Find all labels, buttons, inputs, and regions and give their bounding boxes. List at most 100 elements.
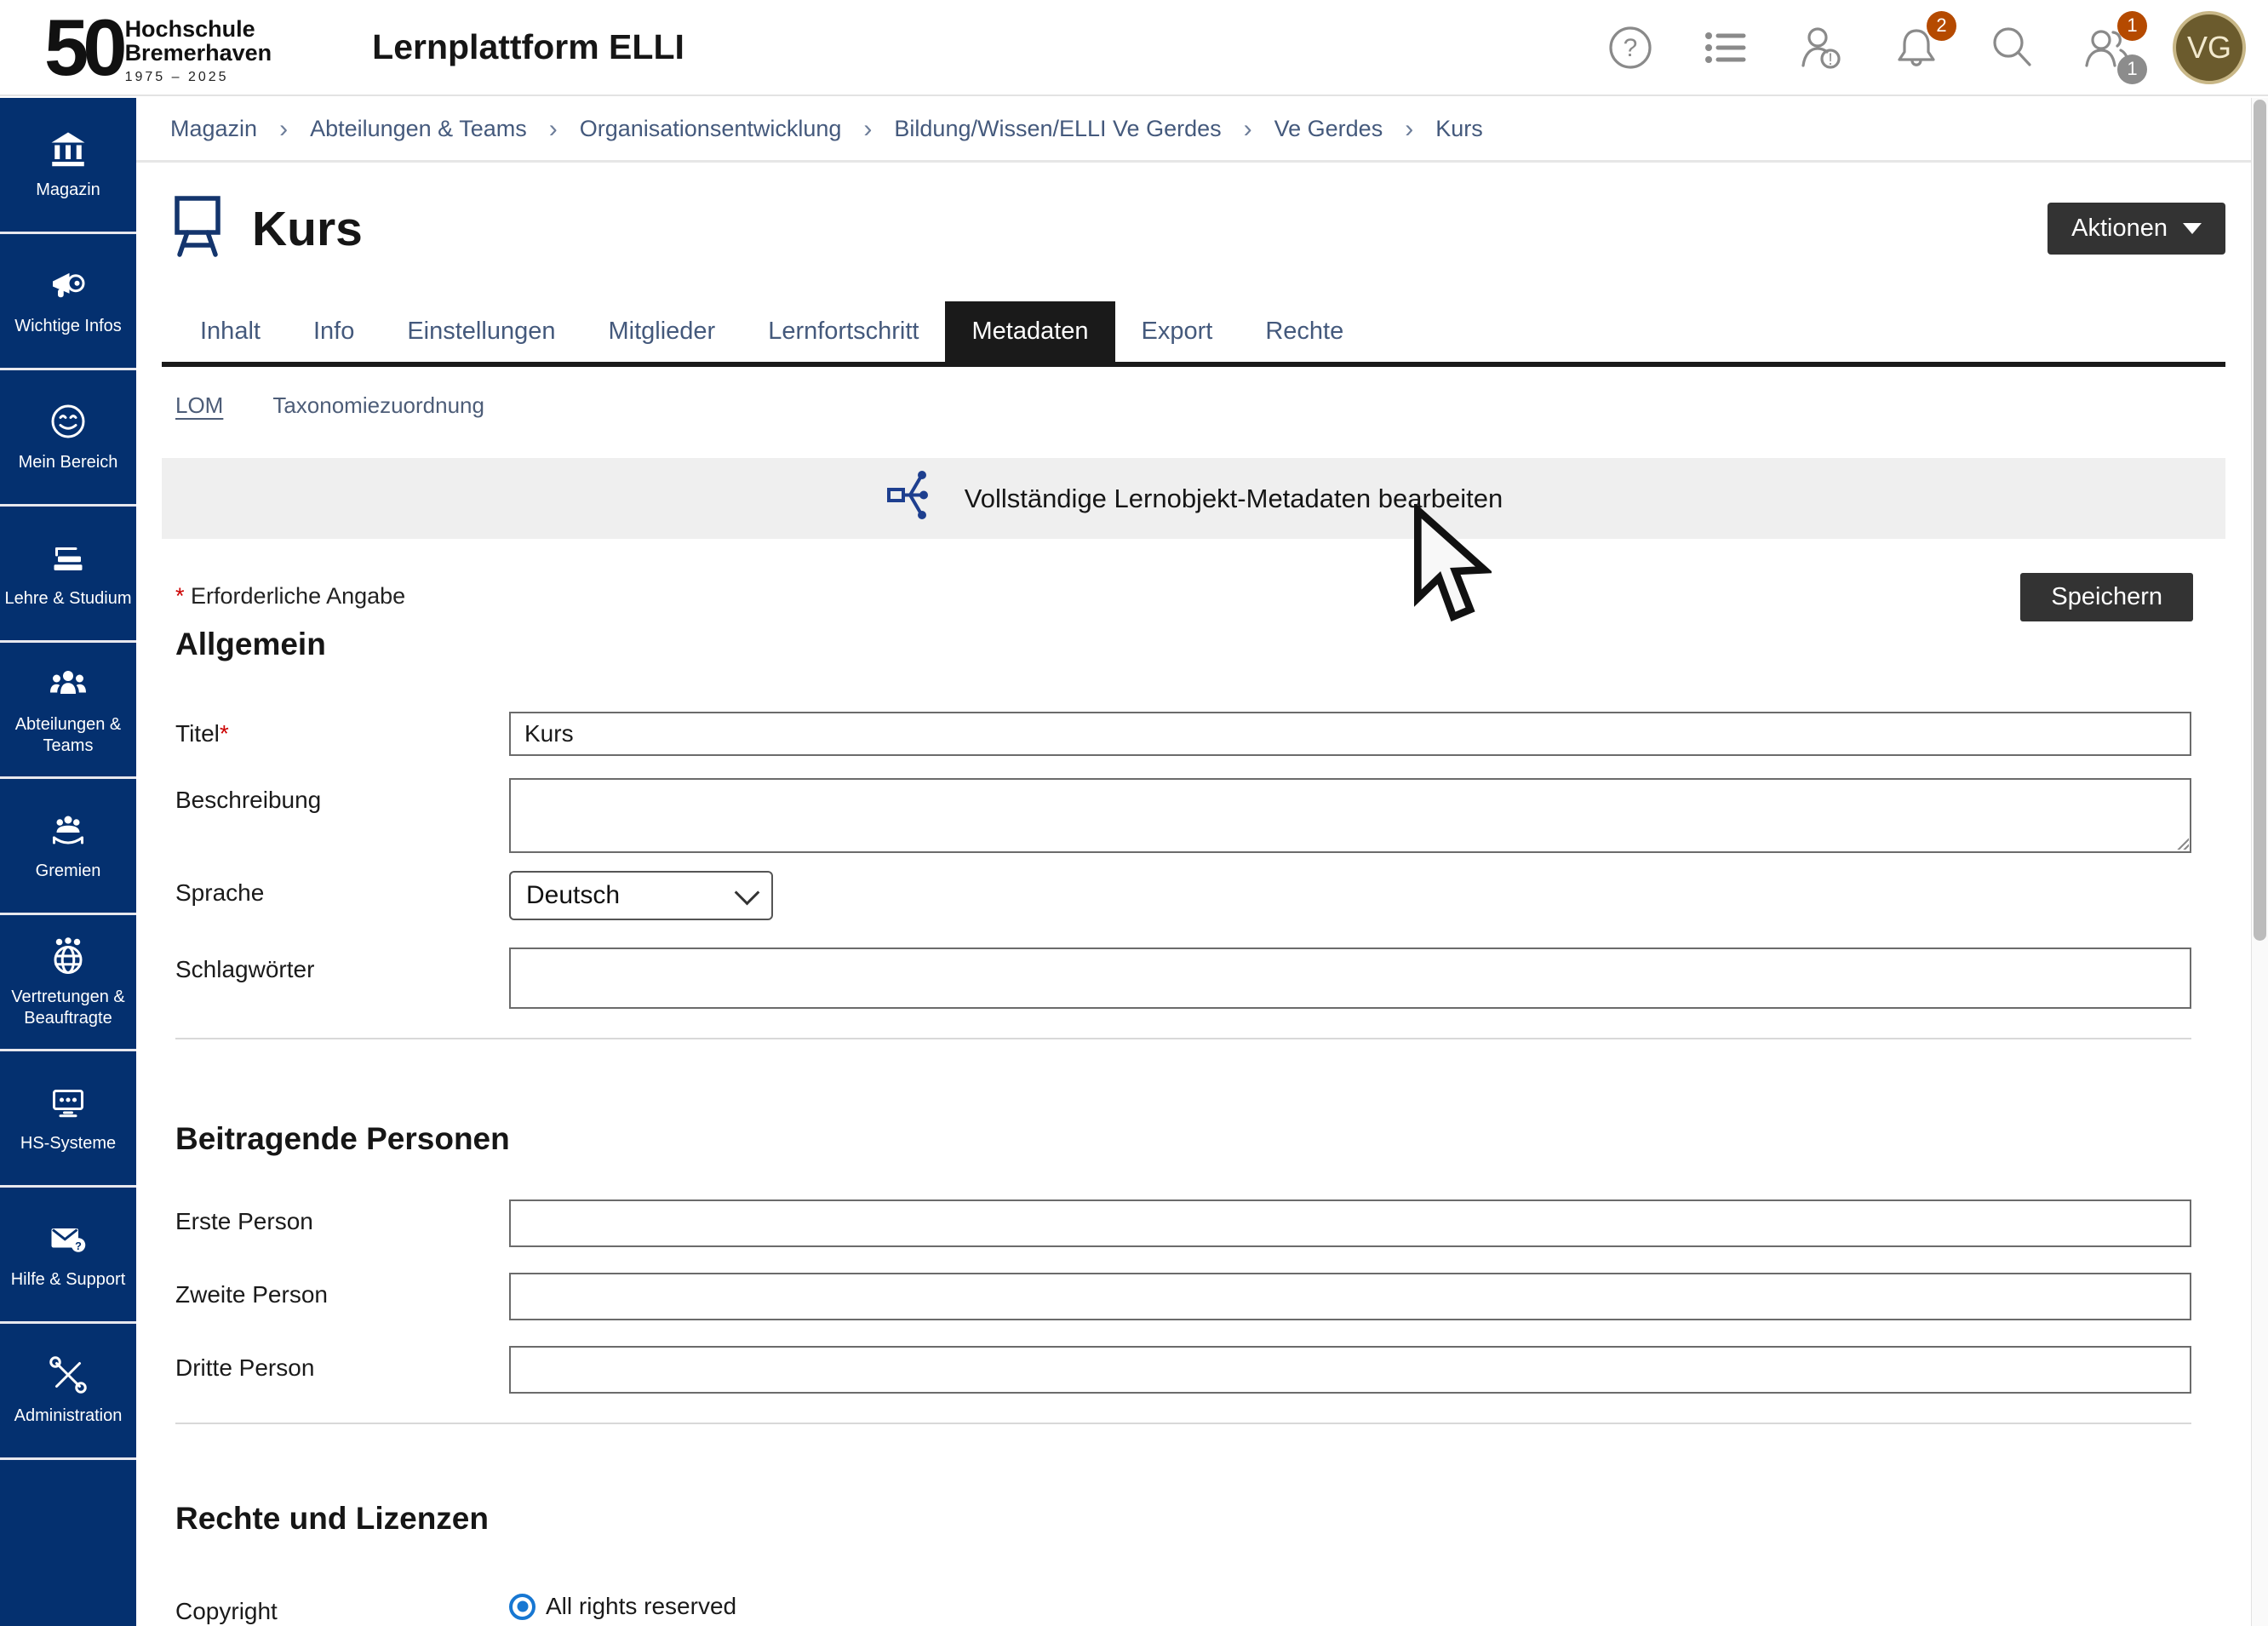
- sidebar-item-mein-bereich[interactable]: Mein Bereich: [0, 370, 136, 507]
- list-icon[interactable]: [1701, 23, 1750, 72]
- scrollbar-thumb[interactable]: [2254, 100, 2266, 941]
- schlagwoerter-input[interactable]: [509, 948, 2191, 1009]
- erste-person-label: Erste Person: [175, 1199, 509, 1247]
- subtab-lom[interactable]: LOM: [175, 392, 223, 419]
- section-divider: [175, 1038, 2191, 1039]
- page-scrollbar[interactable]: [2251, 98, 2268, 1626]
- save-button[interactable]: Speichern: [2020, 573, 2193, 621]
- section-divider: [175, 1423, 2191, 1424]
- beschreibung-label: Beschreibung: [175, 778, 509, 857]
- sidebar-item-wichtige-infos[interactable]: Wichtige Infos: [0, 234, 136, 370]
- titel-label: Titel*: [175, 712, 509, 756]
- svg-text:?: ?: [1624, 34, 1638, 62]
- sidebar-item-administration[interactable]: Administration: [0, 1324, 136, 1460]
- sidebar-item-label: Mein Bereich: [19, 452, 118, 473]
- sidebar-item-lehre-studium[interactable]: Lehre & Studium: [0, 507, 136, 643]
- sidebar-item-label: Hilfe & Support: [11, 1269, 126, 1291]
- subtab-taxonomiezuordnung[interactable]: Taxonomiezuordnung: [272, 392, 484, 419]
- top-header: 50 Hochschule Bremerhaven 1975 – 2025 Le…: [0, 0, 2268, 96]
- edit-full-metadata-banner[interactable]: Vollständige Lernobjekt-Metadaten bearbe…: [162, 458, 2225, 539]
- tab-info[interactable]: Info: [287, 301, 381, 362]
- subtab-bar: LOM Taxonomiezuordnung: [162, 392, 2225, 419]
- breadcrumb-chevron-icon: ›: [549, 115, 558, 144]
- logo-years: 1975 – 2025: [125, 70, 272, 85]
- sidebar-item-label: Vertretungen & Beauftragte: [3, 987, 134, 1029]
- main-sidebar: Magazin Wichtige Infos Mein Bereich Lehr…: [0, 98, 136, 1626]
- sidebar-item-hs-systeme[interactable]: HS-Systeme: [0, 1051, 136, 1188]
- books-icon: [48, 537, 89, 578]
- sidebar-item-vertretungen[interactable]: Vertretungen & Beauftragte: [0, 915, 136, 1051]
- people-icon: [48, 663, 89, 704]
- university-logo: 50 Hochschule Bremerhaven 1975 – 2025: [44, 9, 272, 84]
- logo-name-line2: Bremerhaven: [125, 42, 272, 66]
- zweite-person-label: Zweite Person: [175, 1273, 509, 1320]
- sidebar-item-label: HS-Systeme: [20, 1133, 116, 1154]
- tab-lernfortschritt[interactable]: Lernfortschritt: [742, 301, 945, 362]
- tab-rechte[interactable]: Rechte: [1239, 301, 1370, 362]
- breadcrumb-chevron-icon: ›: [1244, 115, 1252, 144]
- breadcrumb: Magazin › Abteilungen & Teams › Organisa…: [136, 98, 2251, 163]
- required-asterisk: *: [220, 720, 229, 747]
- required-note: * Erforderliche Angabe: [175, 573, 405, 610]
- copyright-label: Copyright: [175, 1589, 509, 1625]
- contacts-icon[interactable]: 1 1: [2082, 23, 2132, 72]
- sidebar-item-label: Gremien: [36, 861, 101, 882]
- sidebar-item-label: Magazin: [36, 180, 100, 201]
- sidebar-item-abteilungen-teams[interactable]: Abteilungen & Teams: [0, 643, 136, 779]
- contacts-badge-new: 1: [2117, 11, 2147, 41]
- svg-text:?: ?: [75, 1240, 82, 1252]
- sprache-select[interactable]: Deutsch: [509, 871, 773, 920]
- committee-icon: [48, 810, 89, 850]
- breadcrumb-item[interactable]: Magazin: [170, 116, 257, 142]
- help-icon[interactable]: ?: [1606, 23, 1655, 72]
- sprache-label: Sprache: [175, 871, 509, 920]
- tab-einstellungen[interactable]: Einstellungen: [381, 301, 581, 362]
- sidebar-item-label: Wichtige Infos: [14, 316, 122, 337]
- actions-button[interactable]: Aktionen: [2048, 203, 2225, 255]
- bell-icon[interactable]: 2: [1892, 23, 1941, 72]
- dritte-person-label: Dritte Person: [175, 1346, 509, 1394]
- section-heading-personen: Beitragende Personen: [162, 1121, 2225, 1157]
- tab-mitglieder[interactable]: Mitglieder: [581, 301, 742, 362]
- breadcrumb-item[interactable]: Bildung/Wissen/ELLI Ve Gerdes: [894, 116, 1221, 142]
- tab-inhalt[interactable]: Inhalt: [174, 301, 287, 362]
- breadcrumb-chevron-icon: ›: [1405, 115, 1413, 144]
- zweite-person-input[interactable]: [509, 1273, 2191, 1320]
- breadcrumb-item-current[interactable]: Kurs: [1435, 116, 1483, 142]
- user-avatar[interactable]: VG: [2173, 11, 2246, 84]
- bank-icon: [48, 129, 89, 169]
- erste-person-input[interactable]: [509, 1199, 2191, 1247]
- schlagwoerter-label: Schlagwörter: [175, 948, 509, 1009]
- tab-export[interactable]: Export: [1115, 301, 1240, 362]
- breadcrumb-item[interactable]: Ve Gerdes: [1274, 116, 1383, 142]
- mail-question-icon: ?: [48, 1218, 89, 1259]
- copyright-option-label: All rights reserved: [546, 1593, 736, 1620]
- sidebar-item-label: Abteilungen & Teams: [3, 714, 134, 757]
- breadcrumb-chevron-icon: ›: [279, 115, 288, 144]
- beschreibung-textarea[interactable]: [509, 778, 2191, 853]
- monitor-icon: [48, 1082, 89, 1123]
- breadcrumb-item[interactable]: Organisationsentwicklung: [580, 116, 842, 142]
- caret-down-icon: [2183, 223, 2202, 234]
- globe-people-icon: [48, 936, 89, 976]
- breadcrumb-item[interactable]: Abteilungen & Teams: [310, 116, 527, 142]
- copyright-radio[interactable]: [509, 1594, 536, 1620]
- tools-icon: [48, 1354, 89, 1395]
- section-heading-allgemein: Allgemein: [162, 627, 2225, 662]
- user-status-icon[interactable]: !: [1796, 23, 1846, 72]
- course-easel-icon: [170, 192, 225, 266]
- sidebar-item-magazin[interactable]: Magazin: [0, 98, 136, 234]
- search-icon[interactable]: [1987, 23, 2036, 72]
- dritte-person-input[interactable]: [509, 1346, 2191, 1394]
- sprache-selected-value: Deutsch: [526, 881, 620, 910]
- actions-button-label: Aktionen: [2071, 215, 2168, 243]
- titel-input[interactable]: [509, 712, 2191, 756]
- sidebar-item-hilfe-support[interactable]: ? Hilfe & Support: [0, 1188, 136, 1324]
- app-title: Lernplattform ELLI: [372, 27, 684, 67]
- logo-50-text: 50: [44, 14, 122, 82]
- section-heading-rechte: Rechte und Lizenzen: [162, 1501, 2225, 1537]
- tab-metadaten[interactable]: Metadaten: [945, 301, 1114, 362]
- metadata-share-icon: [885, 467, 941, 530]
- contacts-badge-total: 1: [2117, 54, 2147, 84]
- sidebar-item-gremien[interactable]: Gremien: [0, 779, 136, 915]
